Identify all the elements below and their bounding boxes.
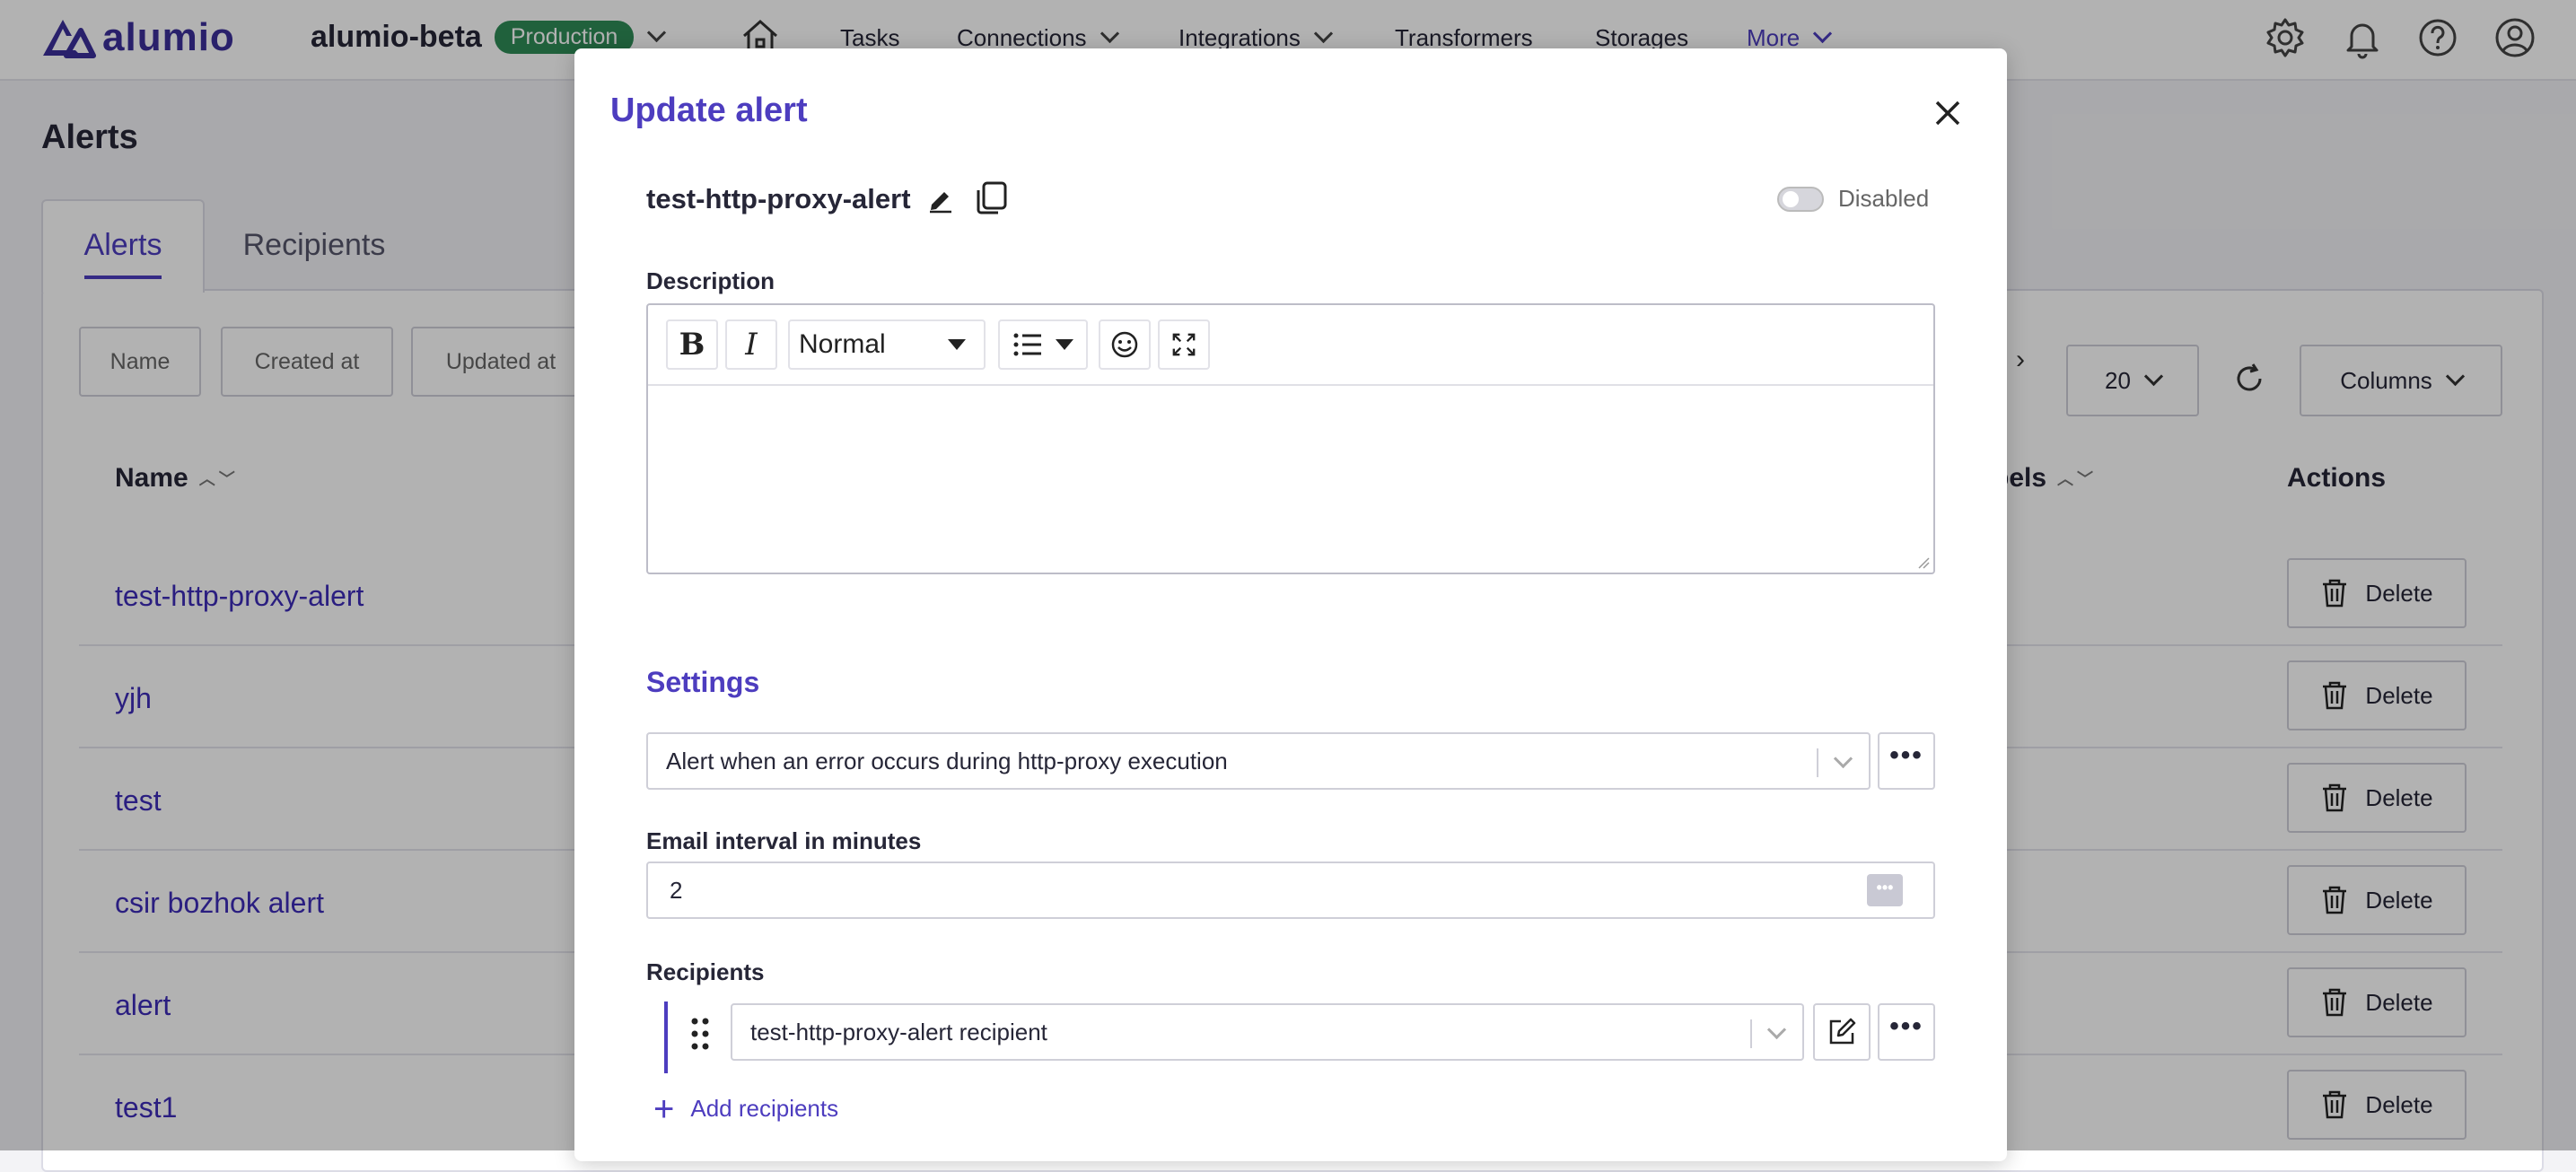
- update-alert-modal: Update alert test-http-proxy-alert Disab…: [574, 48, 2007, 1161]
- recipient-options-button[interactable]: •••: [1878, 1003, 1935, 1061]
- plus-icon: +: [653, 1089, 675, 1129]
- description-editor[interactable]: B I Normal: [646, 303, 1935, 574]
- emoji-button[interactable]: [1099, 319, 1151, 370]
- more-options-icon: •••: [1889, 1011, 1923, 1041]
- modal-title: Update alert: [610, 92, 808, 129]
- chevron-down-icon: [1766, 1019, 1787, 1040]
- heading-select[interactable]: Normal: [788, 319, 986, 370]
- settings-title: Settings: [646, 666, 760, 698]
- alert-type-options-button[interactable]: •••: [1878, 732, 1935, 790]
- bold-button[interactable]: B: [666, 319, 718, 370]
- alert-type-value: Alert when an error occurs during http-p…: [666, 747, 1228, 774]
- description-label: Description: [646, 267, 775, 294]
- italic-button[interactable]: I: [725, 319, 777, 370]
- fullscreen-button[interactable]: [1158, 319, 1210, 370]
- dropdown-triangle-icon: [1056, 339, 1073, 350]
- editor-toolbar: B I Normal: [648, 305, 1933, 386]
- add-recipients-button[interactable]: + Add recipients: [653, 1089, 839, 1129]
- heading-select-value: Normal: [799, 329, 886, 359]
- recipients-label: Recipients: [646, 958, 765, 985]
- alert-type-select[interactable]: Alert when an error occurs during http-p…: [646, 732, 1871, 790]
- copy-icon[interactable]: [975, 179, 1009, 215]
- recipient-value: test-http-proxy-alert recipient: [750, 1018, 1047, 1045]
- edit-icon: [1829, 1018, 1856, 1045]
- recipient-row-indicator: [664, 1001, 668, 1073]
- drag-handle-icon[interactable]: [689, 1016, 711, 1052]
- email-interval-input[interactable]: 2 •••: [646, 862, 1935, 919]
- select-separator: [1817, 748, 1818, 777]
- enabled-toggle[interactable]: [1777, 187, 1824, 212]
- recipient-select[interactable]: test-http-proxy-alert recipient: [731, 1003, 1804, 1061]
- email-interval-value: 2: [670, 876, 683, 904]
- toggle-label: Disabled: [1838, 185, 1930, 212]
- close-icon[interactable]: [1933, 99, 1962, 127]
- alert-name: test-http-proxy-alert: [646, 183, 911, 214]
- dropdown-triangle-icon: [948, 339, 966, 350]
- email-interval-label: Email interval in minutes: [646, 827, 922, 854]
- more-options-icon: •••: [1889, 740, 1923, 770]
- chevron-down-icon: [1833, 748, 1853, 769]
- list-icon: [1013, 333, 1041, 356]
- list-select[interactable]: [998, 319, 1088, 370]
- input-options-icon[interactable]: •••: [1867, 874, 1903, 906]
- edit-name-icon[interactable]: [926, 185, 955, 214]
- expand-icon: [1172, 333, 1196, 356]
- add-recipients-label: Add recipients: [690, 1095, 839, 1122]
- resize-handle-icon[interactable]: [1917, 556, 1930, 569]
- emoji-icon: [1111, 331, 1138, 358]
- select-separator: [1750, 1019, 1752, 1048]
- edit-recipient-button[interactable]: [1813, 1003, 1871, 1061]
